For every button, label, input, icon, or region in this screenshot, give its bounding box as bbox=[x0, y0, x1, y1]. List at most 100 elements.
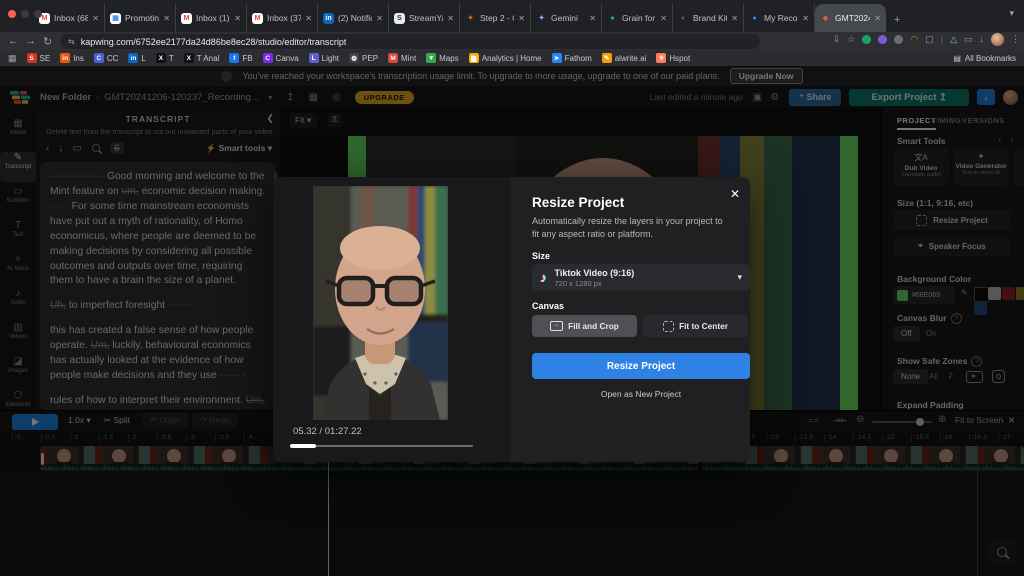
preview-progress-fill bbox=[290, 444, 316, 448]
bookmark-favicon: C bbox=[263, 53, 273, 63]
all-bookmarks[interactable]: ▤ All Bookmarks bbox=[953, 54, 1016, 63]
bookmark-favicon: ➤ bbox=[552, 53, 562, 63]
bookmark-star-icon[interactable]: ☆ bbox=[847, 35, 855, 44]
bookmark-item[interactable]: CCC bbox=[94, 53, 119, 63]
zoom-window-icon[interactable] bbox=[34, 10, 42, 18]
video-preview bbox=[313, 186, 448, 420]
tab-close-icon[interactable]: ✕ bbox=[589, 14, 596, 23]
bookmark-item[interactable]: ✳Hspot bbox=[656, 53, 690, 63]
bookmark-item[interactable]: inL bbox=[128, 53, 145, 63]
browser-tab[interactable]: ◐ Brand Kit — ✕ bbox=[673, 4, 744, 32]
browser-tab[interactable]: MInbox (37) -✕ bbox=[247, 4, 318, 32]
window-controls[interactable] bbox=[8, 10, 42, 18]
bookmark-favicon: C bbox=[94, 53, 104, 63]
bookmark-item[interactable]: XT bbox=[156, 53, 174, 63]
grain-icon: ● bbox=[607, 13, 618, 24]
browser-tab[interactable]: ▦Promoting E✕ bbox=[105, 4, 176, 32]
tab-close-icon[interactable]: ✕ bbox=[376, 14, 383, 23]
size-dropdown[interactable]: ♪ Tiktok Video (9:16) 720 x 1280 px ▾ bbox=[532, 264, 750, 291]
wallet-icon[interactable]: ▭ bbox=[964, 35, 973, 44]
calendar-icon: ▦ bbox=[110, 13, 121, 24]
tab-title: (2) Notificati bbox=[338, 13, 372, 23]
tiktok-icon: ♪ bbox=[540, 270, 547, 285]
screen: MInbox (68) -✕▦Promoting E✕MInbox (1) - … bbox=[0, 0, 1024, 576]
bookmark-item[interactable]: ◍PEP bbox=[349, 53, 378, 63]
brandkit-icon: ◐ bbox=[678, 13, 689, 24]
open-as-new-project-link[interactable]: Open as New Project bbox=[532, 389, 750, 399]
close-window-icon[interactable] bbox=[8, 10, 16, 18]
tab-search-chevron-icon[interactable]: ▾ bbox=[1009, 8, 1014, 19]
bookmark-item[interactable]: LLight bbox=[309, 53, 339, 63]
apps-grid-icon[interactable]: ▦ bbox=[8, 53, 17, 64]
resize-project-modal: 05.32 / 01:27.22 ✕ Resize Project Automa… bbox=[273, 177, 750, 462]
bookmark-label: SE bbox=[40, 54, 51, 63]
downloads-icon[interactable]: ↓ bbox=[980, 35, 985, 44]
tab-close-icon[interactable]: ✕ bbox=[802, 14, 809, 23]
browser-tab[interactable]: ●Grain for Pro✕ bbox=[602, 4, 673, 32]
browser-tab[interactable]: ◆GMT2024121✕ bbox=[815, 4, 886, 32]
bookmark-favicon: ◍ bbox=[349, 53, 359, 63]
tab-title: Brand Kit — bbox=[693, 13, 727, 23]
browser-tab[interactable]: ✦Gemini✕ bbox=[531, 4, 602, 32]
tab-close-icon[interactable]: ✕ bbox=[234, 14, 241, 23]
extension-purple-icon[interactable] bbox=[878, 35, 887, 44]
doc-icon: ✦ bbox=[465, 13, 476, 24]
tab-close-icon[interactable]: ✕ bbox=[92, 14, 99, 23]
bookmark-label: CC bbox=[107, 54, 119, 63]
modal-content-pane: ✕ Resize Project Automatically resize th… bbox=[510, 177, 750, 462]
bookmark-item[interactable]: CCanva bbox=[263, 53, 299, 63]
tab-close-icon[interactable]: ✕ bbox=[518, 14, 525, 23]
fit-to-center-button[interactable]: Fit to Center bbox=[643, 315, 748, 337]
fill-crop-icon: ↔ bbox=[550, 321, 563, 331]
browser-tab[interactable]: ●My Recordin✕ bbox=[744, 4, 815, 32]
preview-timestamp: 05.32 / 01:27.22 bbox=[293, 426, 362, 437]
tab-close-icon[interactable]: ✕ bbox=[163, 14, 170, 23]
close-modal-icon[interactable]: ✕ bbox=[730, 187, 740, 201]
all-bookmarks-label: All Bookmarks bbox=[965, 54, 1016, 63]
bookmark-item[interactable]: ▼Maps bbox=[426, 53, 459, 63]
bookmark-favicon: in bbox=[128, 53, 138, 63]
tab-close-icon[interactable]: ✕ bbox=[447, 14, 454, 23]
bookmark-favicon: ▼ bbox=[426, 53, 436, 63]
site-settings-icon[interactable]: ⇆ bbox=[68, 37, 75, 46]
preview-progress-bar[interactable] bbox=[290, 445, 473, 447]
forward-icon[interactable]: → bbox=[25, 35, 36, 47]
address-bar[interactable]: ⇆ kapwing.com/6752ee2177da24d86be8ec28/s… bbox=[60, 34, 760, 49]
bookmark-item[interactable]: ▆Analytics | Home bbox=[469, 53, 542, 63]
browser-tab[interactable]: MInbox (68) -✕ bbox=[34, 4, 105, 32]
new-tab-button[interactable]: + bbox=[894, 14, 900, 26]
back-icon[interactable]: ← bbox=[8, 35, 19, 47]
modal-title: Resize Project bbox=[532, 195, 624, 210]
fill-and-crop-button[interactable]: ↔ Fill and Crop bbox=[532, 315, 637, 337]
minimize-window-icon[interactable] bbox=[21, 10, 29, 18]
tab-close-icon[interactable]: ✕ bbox=[660, 14, 667, 23]
browser-tab[interactable]: in(2) Notificati✕ bbox=[318, 4, 389, 32]
extension-gray-icon[interactable] bbox=[894, 35, 903, 44]
browser-tab[interactable]: ✦Step 2 - Ge✕ bbox=[460, 4, 531, 32]
extension-arc-icon[interactable]: ◠ bbox=[910, 35, 918, 44]
profile-avatar[interactable] bbox=[991, 33, 1004, 46]
browser-tab[interactable]: SStreamYard -✕ bbox=[389, 4, 460, 32]
extension-evernote-icon[interactable] bbox=[862, 35, 871, 44]
tab-close-icon[interactable]: ✕ bbox=[874, 14, 881, 23]
resize-project-button[interactable]: Resize Project bbox=[532, 353, 750, 379]
tab-close-icon[interactable]: ✕ bbox=[305, 14, 312, 23]
gmail-icon: M bbox=[181, 13, 192, 24]
bookmark-item[interactable]: SSE bbox=[27, 53, 51, 63]
extension-box-icon[interactable]: ▢ bbox=[925, 35, 934, 44]
bookmark-item[interactable]: inIns bbox=[60, 53, 84, 63]
bookmark-item[interactable]: XT Anal bbox=[184, 53, 220, 63]
bookmark-item[interactable]: MMint bbox=[388, 53, 416, 63]
menu-kebab-icon[interactable]: ⋮ bbox=[1011, 35, 1020, 44]
bookmark-label: alwrite.ai bbox=[615, 54, 647, 63]
browser-tab[interactable]: MInbox (1) - c✕ bbox=[176, 4, 247, 32]
bookmark-item[interactable]: fFB bbox=[229, 53, 252, 63]
tabs-container: MInbox (68) -✕▦Promoting E✕MInbox (1) - … bbox=[34, 4, 886, 32]
bookmark-label: Mint bbox=[401, 54, 416, 63]
install-icon[interactable]: ⇩ bbox=[833, 35, 841, 44]
tab-close-icon[interactable]: ✕ bbox=[731, 14, 738, 23]
reload-icon[interactable]: ↻ bbox=[43, 35, 52, 48]
labs-flask-icon[interactable]: △ bbox=[950, 35, 957, 44]
bookmark-item[interactable]: ➤Fathom bbox=[552, 53, 592, 63]
bookmark-item[interactable]: ✎alwrite.ai bbox=[602, 53, 647, 63]
